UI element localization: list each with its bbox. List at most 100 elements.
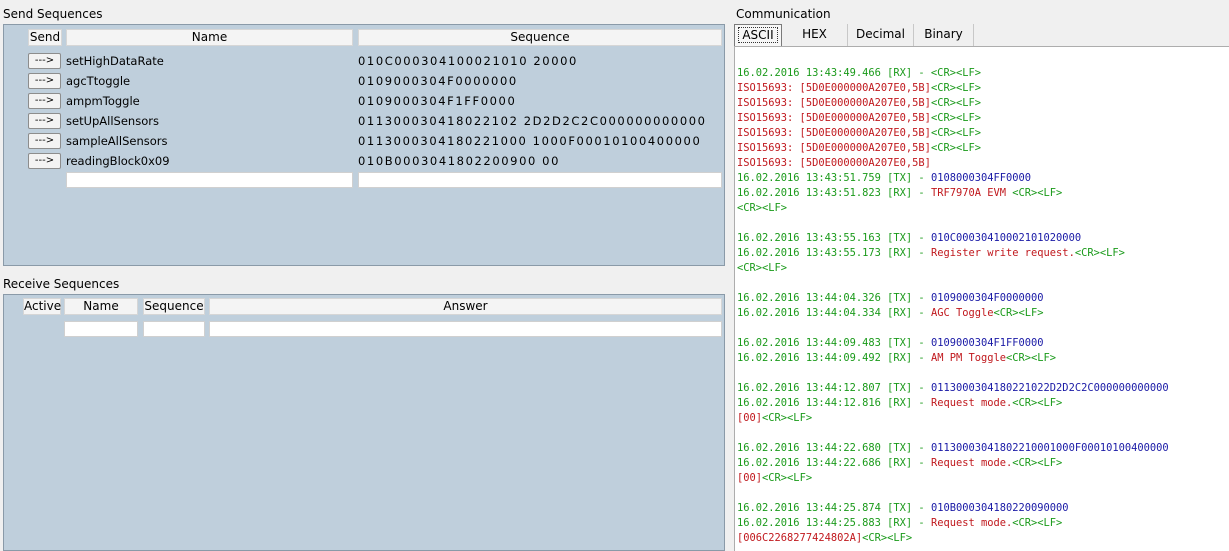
send-row-sequence[interactable]: 011300030418022102 2D2D2C2C000000000000 — [358, 113, 722, 129]
log-segment: 16.02.2016 13:44:22.680 [TX] - — [737, 442, 931, 454]
tab-ascii[interactable]: ASCII — [734, 24, 782, 46]
log-line: ISO15693: [5D0E000000A207E0,5B]<CR><LF> — [737, 111, 1169, 126]
communication-title: Communication — [736, 7, 831, 21]
log-segment: [006C2268277424802A] — [737, 532, 863, 544]
log-segment: <CR><LF> — [1012, 397, 1063, 409]
log-segment: 16.02.2016 13:43:49.466 [RX] - <CR><LF> — [737, 67, 981, 79]
new-answer-cell[interactable] — [209, 321, 722, 337]
log-segment: <CR><LF> — [1012, 187, 1063, 199]
receive-sequences-grid: Active Name Sequence Answer — [3, 294, 725, 551]
log-segment: <CR><LF> — [993, 307, 1044, 319]
log-line: ISO15693: [5D0E000000A207E0,5B]<CR><LF> — [737, 96, 1169, 111]
log-segment: 16.02.2016 13:43:51.759 [TX] - — [737, 172, 931, 184]
log-segment: AM PM Toggle — [930, 352, 1007, 364]
log-line: ISO15693: [5D0E000000A207E0,5B]<CR><LF> — [737, 126, 1169, 141]
log-segment: ISO15693: [5D0E000000A207E0,5B] — [737, 97, 931, 109]
log-segment: <CR><LF> — [1012, 457, 1063, 469]
log-segment: 010C00030410002101020000 — [930, 232, 1082, 244]
send-row-button[interactable]: ---> — [28, 73, 61, 89]
new-name-cell[interactable] — [64, 321, 138, 337]
log-line: [00]<CR><LF> — [737, 411, 1169, 426]
log-segment: 16.02.2016 13:44:04.334 [RX] - — [737, 307, 931, 319]
log-line: 16.02.2016 13:44:12.807 [TX] - 011300030… — [737, 381, 1169, 396]
log-segment: <CR><LF> — [930, 142, 981, 154]
send-row-button[interactable]: ---> — [28, 93, 61, 109]
new-name-cell[interactable] — [66, 172, 353, 188]
send-row-sequence[interactable]: 010B0003041802200900 00 — [358, 153, 722, 169]
send-row-button[interactable]: ---> — [28, 113, 61, 129]
log-segment: ISO15693: [5D0E000000A207E0,5B] — [737, 127, 931, 139]
log-segment: <CR><LF> — [737, 262, 788, 274]
active-column-header[interactable]: Active — [23, 298, 61, 315]
name-column-header[interactable]: Name — [64, 298, 138, 315]
log-line: 16.02.2016 13:44:22.680 [TX] - 011300030… — [737, 441, 1169, 456]
log-segment: 16.02.2016 13:44:09.492 [RX] - — [737, 352, 931, 364]
log-segment: <CR><LF> — [930, 97, 981, 109]
log-line: 16.02.2016 13:44:09.492 [RX] - AM PM Tog… — [737, 351, 1169, 366]
send-row-sequence[interactable]: 0113000304180221000 1000F00010100400000 — [358, 133, 722, 149]
log-segment: TRF7970A EVM — [930, 187, 1013, 199]
log-line: 16.02.2016 13:43:55.173 [RX] - Register … — [737, 246, 1169, 261]
log-line: 16.02.2016 13:44:25.883 [RX] - Request m… — [737, 516, 1169, 531]
log-line: ISO15693: [5D0E000000A207E0,5B]<CR><LF> — [737, 141, 1169, 156]
log-segment: Request mode. — [930, 397, 1013, 409]
log-segment: ISO15693: [5D0E000000A207E0,5B] — [737, 112, 931, 124]
tab-binary[interactable]: Binary — [914, 24, 974, 46]
send-column-header[interactable]: Send — [28, 29, 62, 46]
name-column-header[interactable]: Name — [66, 29, 353, 46]
send-row-name[interactable]: setHighDataRate — [66, 53, 353, 69]
tab-decimal[interactable]: Decimal — [848, 24, 914, 46]
log-segment: 16.02.2016 13:43:51.823 [RX] - — [737, 187, 931, 199]
log-segment: 16.02.2016 13:44:22.686 [RX] - — [737, 457, 931, 469]
tab-hex[interactable]: HEX — [782, 24, 848, 46]
log-line: 16.02.2016 13:44:22.686 [RX] - Request m… — [737, 456, 1169, 471]
log-segment: <CR><LF> — [762, 412, 813, 424]
sequence-column-header[interactable]: Sequence — [143, 298, 205, 315]
log-line: 16.02.2016 13:43:51.759 [TX] - 010800030… — [737, 171, 1169, 186]
log-segment: 16.02.2016 13:44:04.326 [TX] - — [737, 292, 931, 304]
log-line: 16.02.2016 13:44:09.483 [TX] - 010900030… — [737, 336, 1169, 351]
log-line: 16.02.2016 13:43:55.163 [TX] - 010C00030… — [737, 231, 1169, 246]
log-segment: <CR><LF> — [737, 202, 788, 214]
log-segment: Request mode. — [930, 517, 1013, 529]
log-segment: 16.02.2016 13:43:55.173 [RX] - — [737, 247, 931, 259]
log-segment: 0109000304F0000000 — [930, 292, 1044, 304]
log-segment: <CR><LF> — [930, 112, 981, 124]
communication-log: 16.02.2016 13:43:49.466 [RX] - <CR><LF> I… — [737, 66, 1169, 546]
log-segment: ISO15693: [5D0E000000A207E0,5B] — [737, 142, 931, 154]
send-row-name[interactable]: readingBlock0x09 — [66, 153, 353, 169]
log-line: 16.02.2016 13:44:25.874 [TX] - 010B00030… — [737, 501, 1169, 516]
log-segment: 16.02.2016 13:44:25.874 [TX] - — [737, 502, 931, 514]
log-segment: <CR><LF> — [1074, 247, 1125, 259]
new-sequence-cell[interactable] — [143, 321, 205, 337]
send-row-button[interactable]: ---> — [28, 133, 61, 149]
log-segment: 16.02.2016 13:44:12.816 [RX] - — [737, 397, 931, 409]
send-row-sequence[interactable]: 010C000304100021010 20000 — [358, 53, 722, 69]
log-segment: 0108000304FF0000 — [930, 172, 1032, 184]
communication-log-panel[interactable]: 16.02.2016 13:43:49.466 [RX] - <CR><LF> I… — [734, 46, 1229, 551]
send-row-sequence[interactable]: 0109000304F0000000 — [358, 73, 722, 89]
log-segment: 010B000304180220090000 — [930, 502, 1069, 514]
send-row-name[interactable]: ampmToggle — [66, 93, 353, 109]
send-row-name[interactable]: sampleAllSensors — [66, 133, 353, 149]
send-row-name[interactable]: setUpAllSensors — [66, 113, 353, 129]
log-line: <CR><LF> — [737, 261, 1169, 276]
sequence-column-header[interactable]: Sequence — [358, 29, 722, 46]
log-segment: 0109000304F1FF0000 — [930, 337, 1044, 349]
send-row-button[interactable]: ---> — [28, 153, 61, 169]
log-segment: 16.02.2016 13:44:09.483 [TX] - — [737, 337, 931, 349]
new-sequence-cell[interactable] — [358, 172, 722, 188]
log-segment: [00] — [737, 472, 763, 484]
log-segment: [00] — [737, 412, 763, 424]
log-line: <CR><LF> — [737, 201, 1169, 216]
send-row-name[interactable]: agcTtoggle — [66, 73, 353, 89]
send-row-button[interactable]: ---> — [28, 53, 61, 69]
answer-column-header[interactable]: Answer — [209, 298, 722, 315]
send-row-sequence[interactable]: 0109000304F1FF0000 — [358, 93, 722, 109]
log-segment: ISO15693: [5D0E000000A207E0,5B] — [737, 82, 931, 94]
